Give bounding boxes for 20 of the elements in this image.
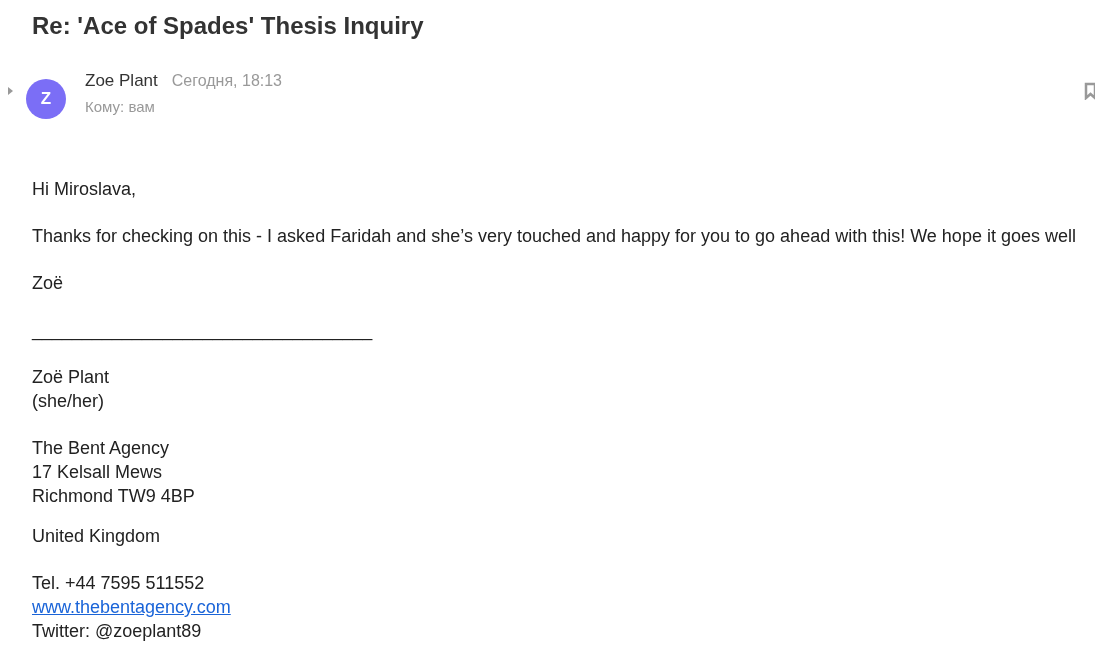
body-text: United Kingdom xyxy=(32,525,161,548)
body-text: __________________________________ xyxy=(32,319,373,342)
avatar: Z xyxy=(26,79,66,119)
body-text: Zoë Plant xyxy=(32,366,110,389)
website-link[interactable]: www.thebentagency.com xyxy=(32,595,231,619)
body-text: (she/her) xyxy=(32,390,105,413)
expand-arrow-icon[interactable] xyxy=(8,87,13,95)
body-text: Hi Miroslava, xyxy=(32,178,137,201)
message-date: Сегодня, 18:13 xyxy=(171,72,282,90)
bookmark-icon[interactable] xyxy=(1084,82,1095,100)
body-text: Thanks for checking on this - I asked Faridah and she’s very touched and happy for you to go ahead with this! We hope it goes well xyxy=(32,225,1076,248)
body-text: 17 Kelsall Mews xyxy=(32,461,163,484)
body-text: The Bent Agency xyxy=(32,437,170,460)
sender-name[interactable]: Zoe Plant xyxy=(85,71,158,91)
recipient-label: Кому: вам xyxy=(85,98,156,115)
body-text: Zoë xyxy=(32,272,64,295)
email-subject: Re: 'Ace of Spades' Thesis Inquiry xyxy=(32,12,424,40)
body-text: Richmond TW9 4BP xyxy=(32,485,195,508)
body-text: Tel. +44 7595 511552 xyxy=(32,572,205,595)
body-text: Twitter: @zoeplant89 xyxy=(32,620,202,643)
